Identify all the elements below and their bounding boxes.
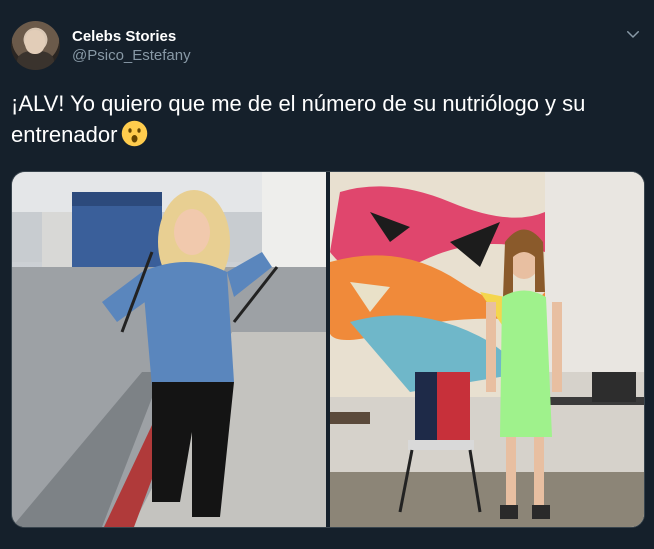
avatar-face: [25, 30, 45, 54]
display-name[interactable]: Celebs Stories: [72, 28, 176, 45]
chevron-down-icon[interactable]: [624, 25, 642, 43]
photo-left-scene: [12, 172, 326, 527]
media-grid[interactable]: [11, 171, 645, 528]
photo-left[interactable]: [12, 172, 326, 527]
hushed-face-emoji-icon: [122, 120, 148, 147]
photo-right-scene: [330, 172, 644, 527]
tweet-text: ¡ALV! Yo quiero que me de el número de s…: [11, 88, 641, 150]
avatar[interactable]: [11, 21, 60, 70]
username[interactable]: @Psico_Estefany: [72, 47, 191, 64]
photo-right[interactable]: [330, 172, 644, 527]
tweet: Celebs Stories @Psico_Estefany ¡ALV! Yo …: [0, 0, 654, 549]
tweet-text-content: ¡ALV! Yo quiero que me de el número de s…: [11, 91, 586, 147]
